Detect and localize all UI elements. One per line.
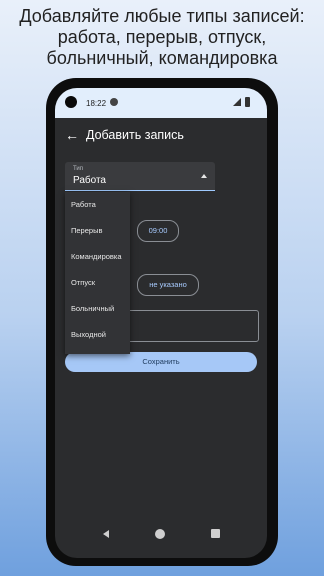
- nav-home-icon[interactable]: [155, 529, 165, 539]
- system-nav-bar: [55, 518, 267, 558]
- menu-item-vacation[interactable]: Отпуск: [65, 270, 130, 296]
- promo-line-1: Добавляйте любые типы записей:: [19, 6, 305, 26]
- notification-icon: [110, 98, 118, 106]
- time-chip[interactable]: 09:00: [137, 220, 179, 242]
- type-dropdown-menu: Работа Перерыв Командировка Отпуск Больн…: [65, 192, 130, 354]
- status-bar: 18:22: [55, 88, 267, 118]
- nav-recents-icon[interactable]: [211, 529, 220, 538]
- caret-up-icon: [201, 174, 207, 178]
- menu-item-business-trip[interactable]: Командировка: [65, 244, 130, 270]
- back-arrow-icon[interactable]: ←: [65, 126, 79, 144]
- type-select[interactable]: Тип Работа: [65, 162, 215, 191]
- battery-icon: [245, 97, 250, 107]
- status-time: 18:22: [86, 99, 107, 108]
- menu-item-day-off[interactable]: Выходной: [65, 322, 130, 348]
- type-select-label: Тип: [73, 166, 84, 172]
- signal-icon: [233, 98, 241, 106]
- page-title: Добавить запись: [86, 128, 184, 142]
- menu-item-work[interactable]: Работа: [65, 192, 130, 218]
- type-select-value: Работа: [73, 175, 106, 186]
- promo-line-3: больничный, командировка: [46, 48, 278, 68]
- save-button[interactable]: Сохранить: [65, 352, 257, 372]
- promo-heading: Добавляйте любые типы записей: работа, п…: [0, 6, 324, 69]
- app-bar: ← Добавить запись: [55, 118, 267, 154]
- nav-back-icon[interactable]: [103, 530, 109, 538]
- promo-line-2: работа, перерыв, отпуск,: [57, 27, 267, 47]
- menu-item-break[interactable]: Перерыв: [65, 218, 130, 244]
- comment-field[interactable]: [125, 310, 259, 342]
- phone-screen: 18:22 ← Добавить запись Тип Работа 09:00…: [55, 88, 267, 558]
- not-specified-chip[interactable]: не указано: [137, 274, 199, 296]
- camera-icon: [65, 96, 77, 108]
- menu-item-sick-leave[interactable]: Больничный: [65, 296, 130, 322]
